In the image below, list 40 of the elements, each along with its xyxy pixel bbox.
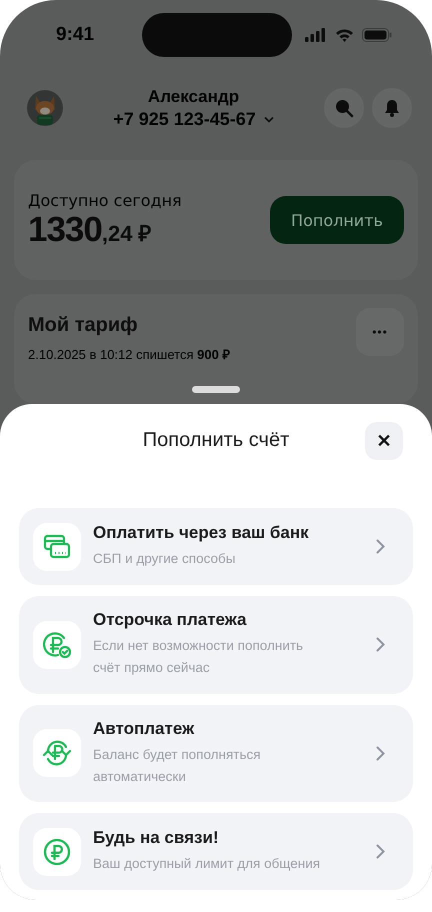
option-card[interactable]: Будь на связи! Ваш доступный лимит для общения — [19, 813, 413, 890]
option-card[interactable]: Оплатить через ваш банк СБП и другие способы — [19, 508, 413, 585]
option-title: Оплатить через ваш банк — [93, 522, 310, 543]
option-description: Ваш доступный лимит для общения — [93, 854, 322, 873]
top-up-button[interactable]: Пополнить — [270, 196, 404, 244]
ruble-icon — [42, 836, 72, 867]
option-title: Отсрочка платежа — [93, 610, 248, 630]
bell-icon — [384, 99, 400, 117]
option-card[interactable]: Отсрочка платежа Если нет возможности пополнить счёт прямо сейчас — [19, 596, 413, 694]
option-description: Если нет возможности пополнить счёт прямо сейчас — [93, 637, 304, 678]
option-description: СБП и другие способы — [93, 550, 236, 568]
close-button[interactable]: ✕ — [365, 422, 403, 460]
sheet-title: Пополнить счёт — [142, 428, 290, 452]
chevron-right-icon — [376, 844, 385, 860]
search-icon — [334, 98, 354, 118]
chevron-down-icon — [264, 116, 274, 122]
ruble-check-icon — [42, 630, 72, 660]
sheet-handle[interactable] — [192, 386, 240, 393]
search-button[interactable] — [324, 88, 364, 128]
tariff-charge-text: 2.10.2025 в 10:12 спишется 900 ₽ — [28, 346, 232, 363]
wifi-icon — [335, 28, 354, 42]
cards-icon — [43, 532, 71, 560]
chevron-right-icon — [376, 746, 385, 761]
signal-icon — [305, 28, 327, 42]
ruble-cycle-icon — [41, 738, 73, 768]
tariff-title: Мой тариф — [28, 314, 139, 337]
more-button[interactable]: ••• — [356, 308, 404, 356]
notifications-button[interactable] — [372, 88, 412, 128]
balance-label: Доступно сегодня — [28, 190, 183, 210]
balance-fraction: ,24 ₽ — [102, 220, 152, 246]
chevron-right-icon — [376, 637, 385, 652]
option-title: Автоплатеж — [93, 718, 196, 739]
battery-icon — [362, 28, 392, 42]
status-time: 9:41 — [56, 24, 96, 46]
balance-amount: 1330 — [28, 210, 102, 250]
option-description: Баланс будет пополняться автоматически — [93, 746, 262, 786]
chevron-right-icon — [376, 539, 385, 554]
user-name: Александр — [148, 86, 240, 106]
option-card[interactable]: Автоплатеж Баланс будет пополняться автоматически — [19, 704, 413, 802]
option-title: Будь на связи! — [93, 828, 220, 848]
